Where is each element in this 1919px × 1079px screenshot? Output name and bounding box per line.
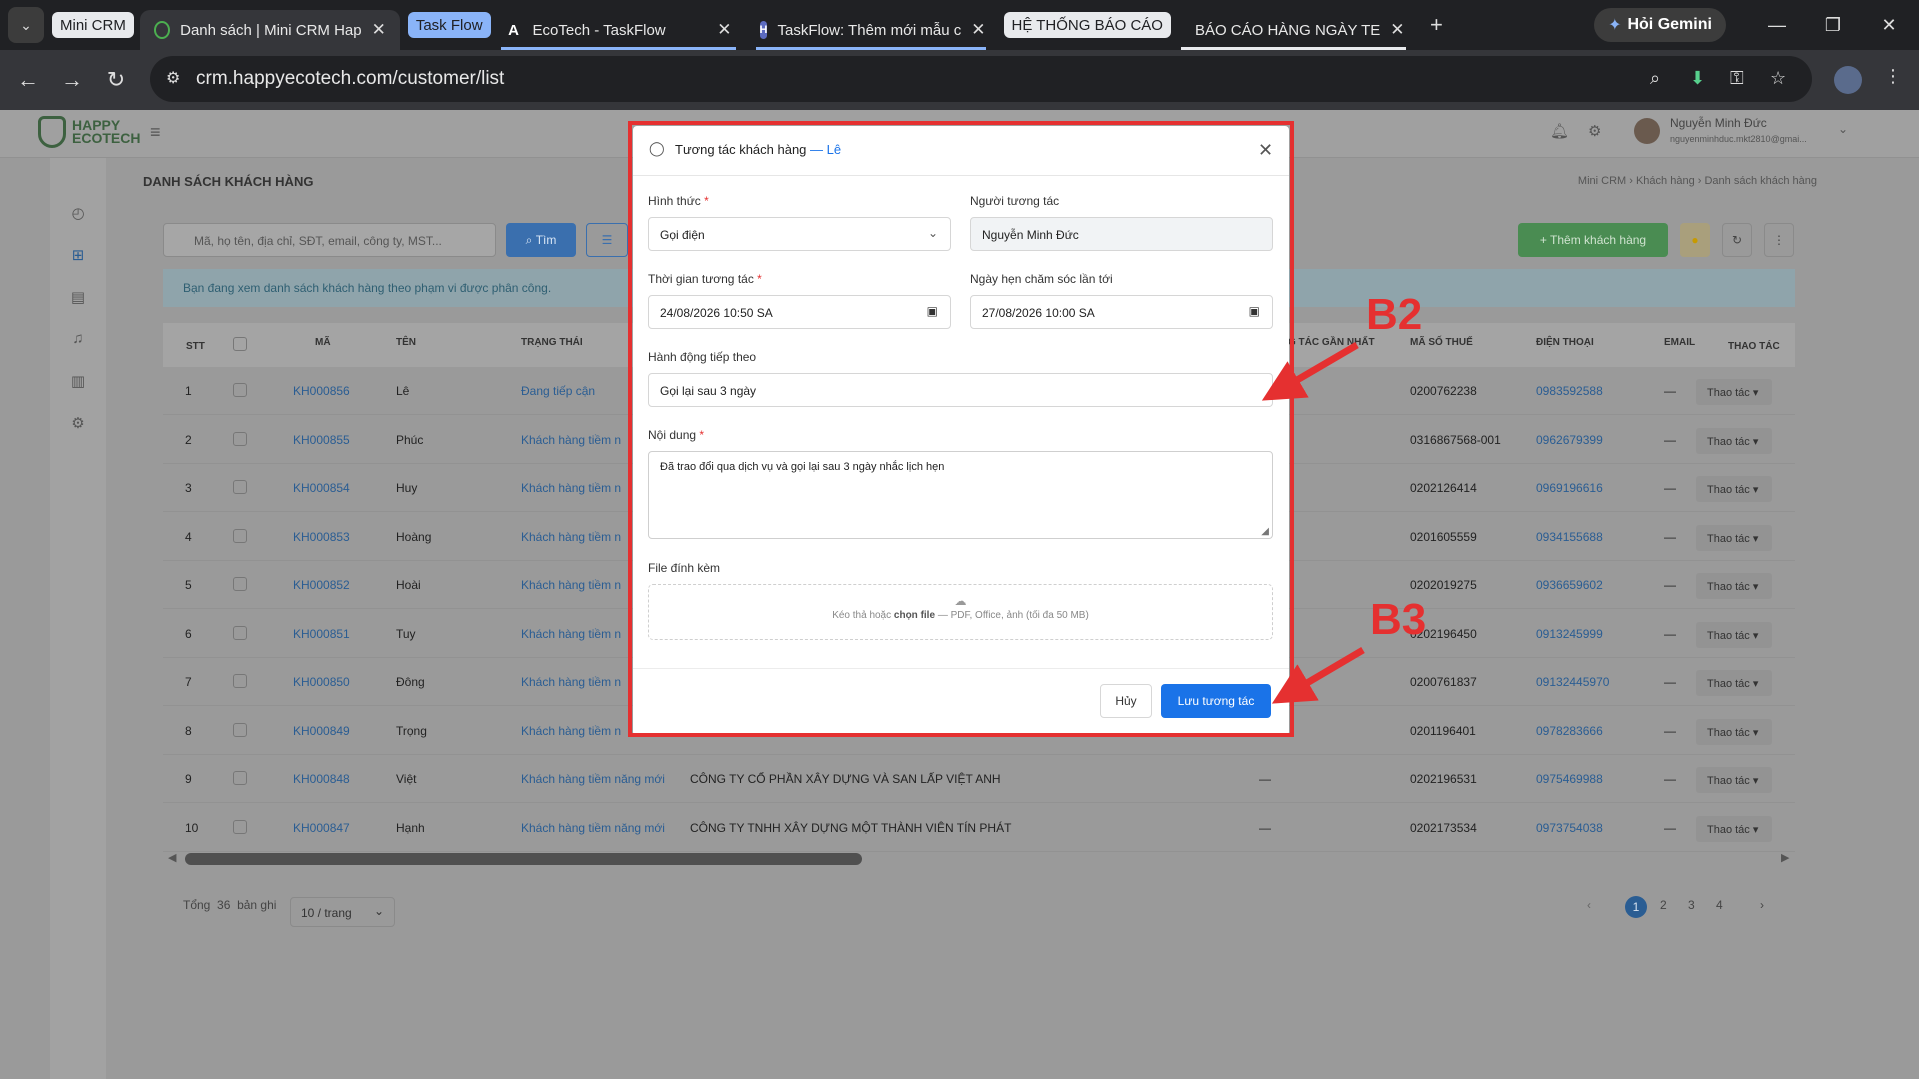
annotation-arrows	[1261, 341, 1365, 704]
annotation-b2: B2	[1366, 290, 1423, 339]
annotation-b3: B3	[1370, 595, 1427, 644]
arrow-b2	[1261, 341, 1359, 401]
arrow-b3	[1271, 646, 1365, 704]
